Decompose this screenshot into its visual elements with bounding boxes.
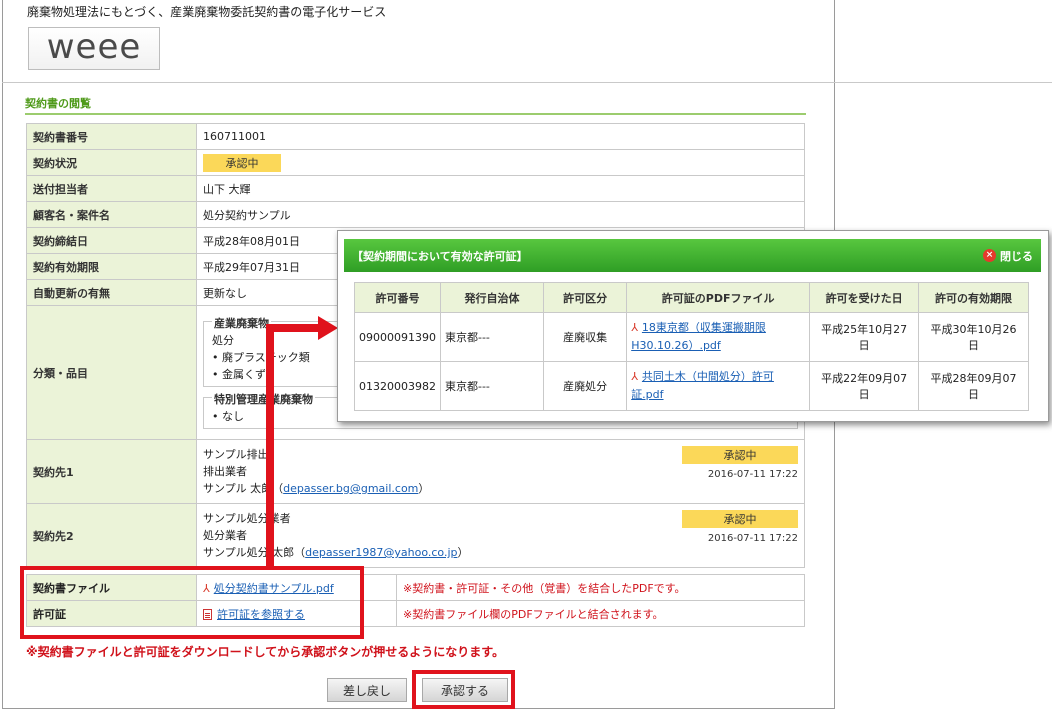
contract-number-label: 契約書番号 xyxy=(26,123,197,150)
party2-label: 契約先2 xyxy=(26,503,197,568)
signed-date-label: 契約締結日 xyxy=(26,227,197,254)
table-header-row: 許可番号 発行自治体 許可区分 許可証のPDFファイル 許可を受けた日 許可の有… xyxy=(354,282,1029,313)
party2-timestamp: 2016-07-11 17:22 xyxy=(707,533,798,544)
weee-logo[interactable]: weee xyxy=(28,27,160,70)
modal-header: 【契約期間において有効な許可証】 × 閉じる xyxy=(344,239,1041,272)
license-expires: 平成28年09月07 日 xyxy=(918,361,1029,411)
license-expires: 平成30年10月26 日 xyxy=(918,312,1029,362)
license-pdf-link[interactable]: 18東京都（収集運搬期限 H30.10.26）.pdf xyxy=(631,321,766,352)
table-row: 顧客名・案件名 処分契約サンプル xyxy=(26,201,805,228)
header-divider xyxy=(2,82,1052,83)
license-modal: 【契約期間において有効な許可証】 × 閉じる 許可番号 発行自治体 許可区分 許可… xyxy=(337,230,1049,422)
party1-role: 排出業者 xyxy=(203,465,247,478)
close-icon: × xyxy=(983,249,996,262)
contract-status-label: 契約状況 xyxy=(26,149,197,176)
table-row: 契約状況 承認中 xyxy=(26,149,805,176)
col-type: 許可区分 xyxy=(542,282,628,313)
table-row: 契約書番号 160711001 xyxy=(26,123,805,150)
table-row: 契約先2 サンプル処分業者 処分業者 サンプル処分 太郎（depasser198… xyxy=(26,503,805,568)
license-type: 産廃収集 xyxy=(542,312,628,362)
party2-company: サンプル処分業者 xyxy=(203,512,291,525)
renewal-label: 自動更新の有無 xyxy=(26,279,197,306)
license-granted: 平成22年09月07 日 xyxy=(809,361,920,411)
contract-number-value: 160711001 xyxy=(196,123,805,150)
section-divider xyxy=(25,113,806,115)
client-label: 顧客名・案件名 xyxy=(26,201,197,228)
col-granted-date: 許可を受けた日 xyxy=(809,282,920,313)
col-pdf-file: 許可証のPDFファイル xyxy=(626,282,811,313)
contract-file-note: ※契約書・許可証・その他（覚書）を結合したPDFです。 xyxy=(396,574,805,601)
sender-label: 送付担当者 xyxy=(26,175,197,202)
annotation-arrow-shaft xyxy=(266,324,274,568)
download-warning: ※契約書ファイルと許可証をダウンロードしてから承認ボタンが押せるようになります。 xyxy=(26,645,505,659)
annotation-arrow-bend xyxy=(266,324,320,332)
category-label: 分類・品目 xyxy=(26,305,197,440)
party1-email-link[interactable]: depasser.bg@gmail.com xyxy=(283,482,418,495)
modal-close-button[interactable]: × 閉じる xyxy=(983,248,1033,264)
party1-status-badge: 承認中 xyxy=(682,446,798,464)
special-waste-legend: 特別管理産業廃棄物 xyxy=(212,390,315,407)
pdf-icon: ⅄ xyxy=(631,321,638,334)
approve-highlight-box xyxy=(412,670,515,709)
modal-close-label: 閉じる xyxy=(1000,249,1033,263)
license-number: 09000091390 xyxy=(354,312,441,362)
license-issuer: 東京都--- xyxy=(439,312,544,362)
col-license-number: 許可番号 xyxy=(354,282,441,313)
license-granted: 平成25年10月27 日 xyxy=(809,312,920,362)
license-type: 産廃処分 xyxy=(542,361,628,411)
table-row: 01320003982 東京都--- 産廃処分 ⅄ 共同土木（中間処分）許可 証.p… xyxy=(354,361,1029,411)
license-issuer: 東京都--- xyxy=(439,361,544,411)
modal-title: 【契約期間において有効な許可証】 xyxy=(352,249,528,263)
files-highlight-box xyxy=(20,566,364,639)
col-issuer: 発行自治体 xyxy=(439,282,544,313)
party2-status-badge: 承認中 xyxy=(682,510,798,528)
license-table: 許可番号 発行自治体 許可区分 許可証のPDFファイル 許可を受けた日 許可の有… xyxy=(354,282,1029,411)
service-tagline: 廃棄物処理法にもとづく、産業廃棄物委託契約書の電子化サービス xyxy=(27,5,387,19)
client-value: 処分契約サンプル xyxy=(196,201,805,228)
expiry-label: 契約有効期限 xyxy=(26,253,197,280)
party1-person: サンプル 太郎 xyxy=(203,482,273,495)
table-row: 契約先1 サンプル排出 排出業者 サンプル 太郎（depasser.bg@gma… xyxy=(26,439,805,504)
table-row: 送付担当者 山下 大輝 xyxy=(26,175,805,202)
license-number: 01320003982 xyxy=(354,361,441,411)
status-badge: 承認中 xyxy=(203,153,281,172)
annotation-arrow-head xyxy=(318,316,338,340)
table-row: 09000091390 東京都--- 産廃収集 ⅄ 18東京都（収集運搬期限 H30… xyxy=(354,312,1029,362)
party1-company: サンプル排出 xyxy=(203,448,269,461)
party2-role: 処分業者 xyxy=(203,529,247,542)
party1-label: 契約先1 xyxy=(26,439,197,504)
license-note: ※契約書ファイル欄のPDFファイルと結合されます。 xyxy=(396,600,805,627)
send-back-button[interactable]: 差し戻し xyxy=(327,678,407,702)
industrial-waste-legend: 産業廃棄物 xyxy=(212,314,271,331)
party1-timestamp: 2016-07-11 17:22 xyxy=(707,469,798,480)
sender-value: 山下 大輝 xyxy=(196,175,805,202)
party2-email-link[interactable]: depasser1987@yahoo.co.jp xyxy=(305,546,457,559)
pdf-icon: ⅄ xyxy=(631,370,638,383)
section-title: 契約書の閲覧 xyxy=(25,97,91,110)
col-expiry-date: 許可の有効期限 xyxy=(918,282,1029,313)
party2-person: サンプル処分 太郎 xyxy=(203,546,295,559)
license-pdf-link[interactable]: 共同土木（中間処分）許可 証.pdf xyxy=(631,370,774,401)
